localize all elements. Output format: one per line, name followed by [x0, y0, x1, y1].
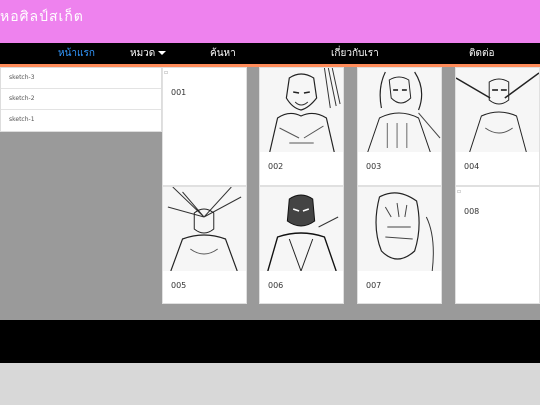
sketch-winged-image	[163, 187, 246, 271]
sidebar-list: sketch-3 sketch-2 sketch-1	[0, 67, 162, 132]
gallery-card-005[interactable]: 005	[162, 186, 247, 304]
card-caption: 004	[464, 162, 480, 171]
sketch-flyer-image	[456, 68, 539, 152]
card-caption: 002	[268, 162, 284, 171]
nav-home[interactable]: หน้าแรก	[58, 46, 95, 61]
broken-image-icon: ▫	[457, 188, 462, 195]
site-title[interactable]: หอศิลป์สเก็ต	[0, 6, 84, 28]
sketch-heroine-image	[358, 68, 441, 152]
site-footer	[0, 320, 540, 363]
sketch-warrior-image	[260, 68, 343, 152]
nav-search[interactable]: ค้นหา	[210, 46, 236, 61]
card-caption: 006	[268, 281, 284, 290]
gallery-card-006[interactable]: 006	[259, 186, 344, 304]
gallery-card-007[interactable]: 007	[357, 186, 442, 304]
sketch-beast-image	[358, 187, 441, 271]
gallery-card-003[interactable]: 003	[357, 67, 442, 186]
gallery-card-004[interactable]: 004	[455, 67, 540, 186]
card-caption: 007	[366, 281, 382, 290]
card-caption: 001	[171, 88, 187, 97]
card-caption: 008	[464, 207, 480, 216]
sidebar-item-sketch-3[interactable]: sketch-3	[1, 68, 161, 89]
gallery-card-002[interactable]: 002	[259, 67, 344, 186]
gallery-card-001[interactable]: ▫ 001	[162, 67, 247, 186]
site-header: หอศิลป์สเก็ต	[0, 0, 540, 43]
nav-category-label: หมวด	[130, 48, 156, 59]
main-content: sketch-3 sketch-2 sketch-1 ▫ 001 002 003…	[0, 67, 540, 320]
gallery-card-008[interactable]: ▫ 008	[455, 186, 540, 304]
card-caption: 003	[366, 162, 382, 171]
broken-image-icon: ▫	[164, 69, 169, 76]
chevron-down-icon	[158, 51, 167, 55]
sidebar-item-sketch-2[interactable]: sketch-2	[1, 89, 161, 110]
card-caption: 005	[171, 281, 187, 290]
sidebar-item-sketch-1[interactable]: sketch-1	[1, 110, 161, 131]
nav-contact[interactable]: ติดต่อ	[469, 46, 495, 61]
sketch-masked-image	[260, 187, 343, 271]
nav-about[interactable]: เกี่ยวกับเรา	[331, 46, 379, 61]
main-nav: หน้าแรก หมวด ค้นหา เกี่ยวกับเรา ติดต่อ	[0, 43, 540, 64]
nav-category-dropdown[interactable]: หมวด	[130, 46, 167, 61]
